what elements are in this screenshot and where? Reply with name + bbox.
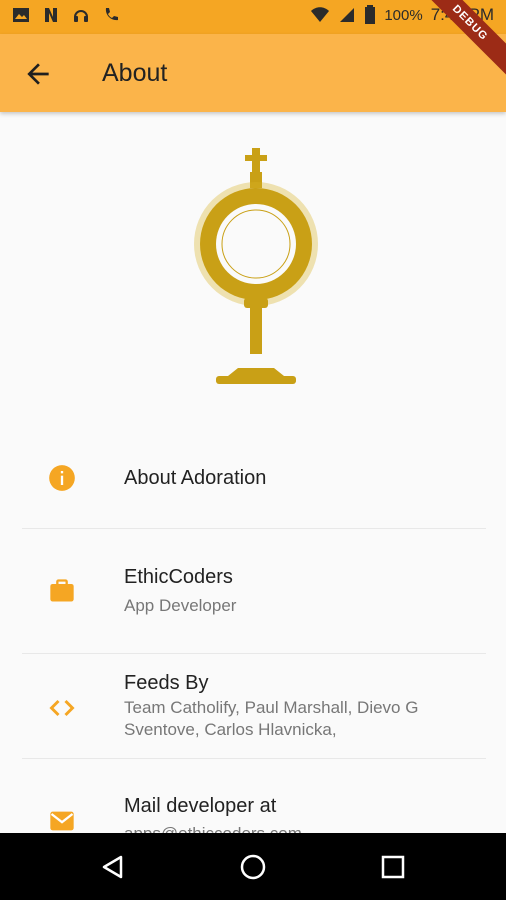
page-title: About [102, 59, 168, 87]
list-item-about-adoration[interactable]: About Adoration [22, 430, 486, 528]
netflix-icon [45, 8, 57, 22]
image-icon [13, 8, 29, 22]
list-item-ethiccoders[interactable]: EthicCoders App Developer [22, 529, 486, 653]
app-bar: About [0, 34, 506, 112]
headphones-icon [74, 10, 88, 22]
back-nav-icon[interactable] [100, 854, 126, 880]
item-subtitle: App Developer [124, 596, 237, 615]
list-item-feeds-by[interactable]: Feeds By Team Catholify, Paul Marshall, … [22, 654, 486, 758]
list-item-mail-developer[interactable]: Mail developer at apps@ethiccoders.com [22, 759, 486, 843]
battery-icon [365, 5, 376, 24]
briefcase-icon [50, 579, 74, 602]
back-arrow-icon[interactable] [22, 58, 54, 90]
navigation-bar [0, 833, 506, 900]
wifi-icon [311, 7, 330, 22]
home-nav-icon[interactable] [240, 854, 266, 880]
phone-icon [105, 8, 118, 21]
signal-icon [340, 8, 355, 22]
item-title: Feeds By [124, 672, 209, 694]
status-bar: 100% 7:42 PM [0, 0, 506, 34]
info-icon [49, 465, 75, 491]
item-title: EthicCoders [124, 566, 233, 588]
mail-icon [50, 811, 74, 831]
battery-percent: 100% [384, 6, 423, 24]
item-title: About Adoration [124, 467, 267, 489]
item-title: Mail developer at [124, 795, 277, 817]
monstrance-logo [194, 148, 318, 384]
code-icon [49, 699, 75, 717]
recents-nav-icon[interactable] [381, 855, 405, 879]
item-subtitle: Team Catholify, Paul Marshall, Dievo G S… [124, 698, 419, 739]
